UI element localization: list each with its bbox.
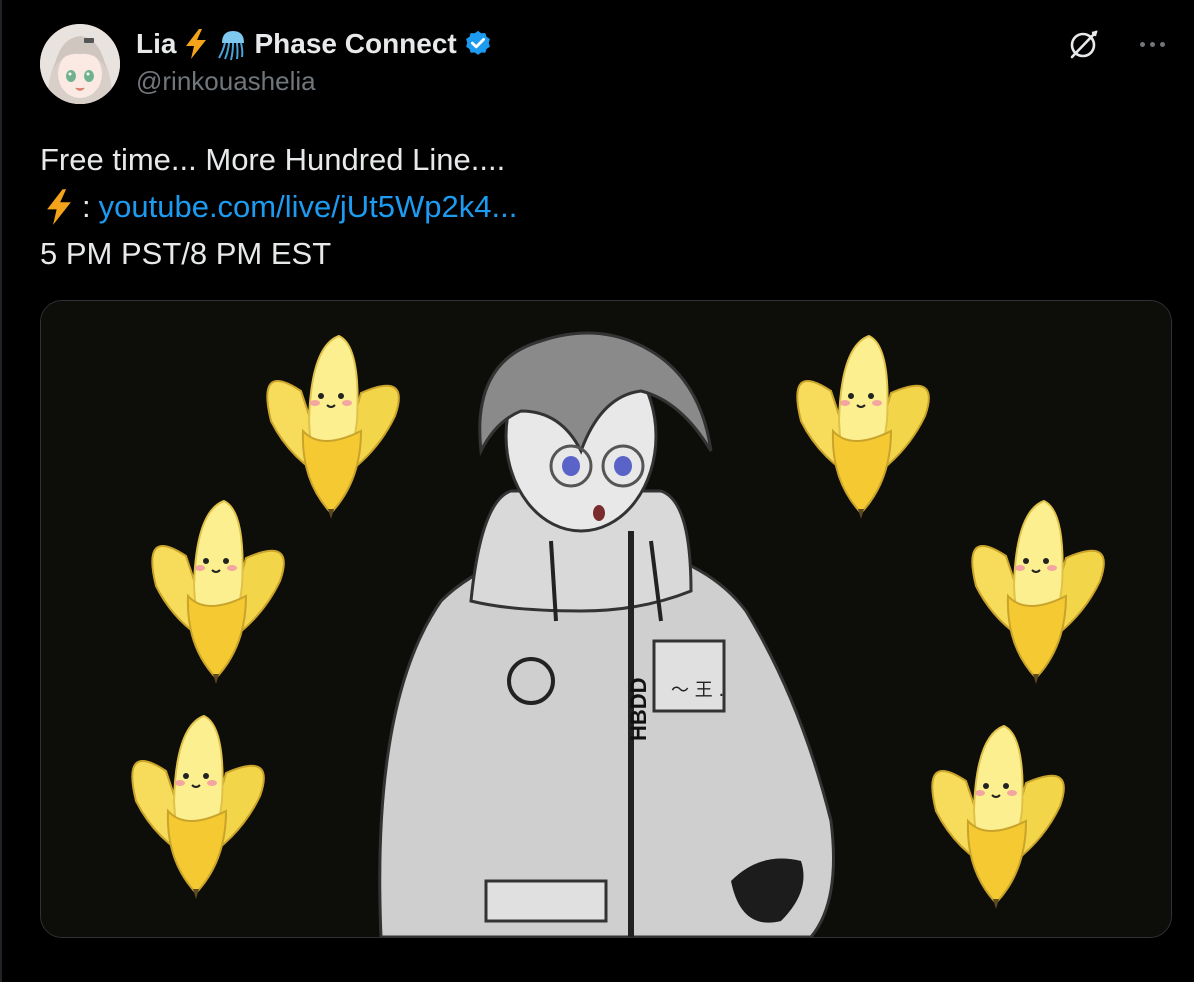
high-voltage-emoji-icon [47, 188, 71, 225]
tweet-line-1: Free time... More Hundred Line.... [40, 142, 506, 177]
author-names: Lia Phase Connect @rinkouashelia [136, 24, 493, 97]
author-handle[interactable]: @rinkouashelia [136, 66, 493, 97]
tweet-text: Free time... More Hundred Line.... : you… [40, 136, 517, 277]
jellyfish-emoji-icon [218, 31, 245, 61]
tweet-media-image[interactable]: HBDD 〜 王 . [40, 300, 1172, 938]
more-options-icon[interactable] [1134, 28, 1170, 60]
display-name[interactable]: Lia [136, 28, 176, 60]
tweet-line-3: 5 PM PST/8 PM EST [40, 236, 332, 271]
jacket-text: HBDD [626, 677, 651, 741]
high-voltage-emoji-icon [186, 29, 207, 59]
tweet-header: Lia Phase Connect @rinkouashelia [40, 24, 1174, 104]
pocket-text: 〜 王 . [671, 680, 724, 701]
avatar-image [40, 24, 120, 104]
org-name[interactable]: Phase Connect [254, 28, 456, 60]
verified-badge-icon[interactable] [463, 29, 493, 59]
youtube-link[interactable]: youtube.com/live/jUt5Wp2k4... [99, 183, 518, 230]
media-illustration: HBDD 〜 王 . [41, 301, 1171, 937]
grok-icon[interactable] [1068, 28, 1100, 60]
avatar[interactable] [40, 24, 120, 104]
timeline-border [0, 0, 2, 982]
tweet-line-2: : youtube.com/live/jUt5Wp2k4... [40, 183, 517, 230]
author-name-row[interactable]: Lia Phase Connect [136, 24, 493, 64]
tweet-line-2-prefix: : [82, 189, 91, 224]
